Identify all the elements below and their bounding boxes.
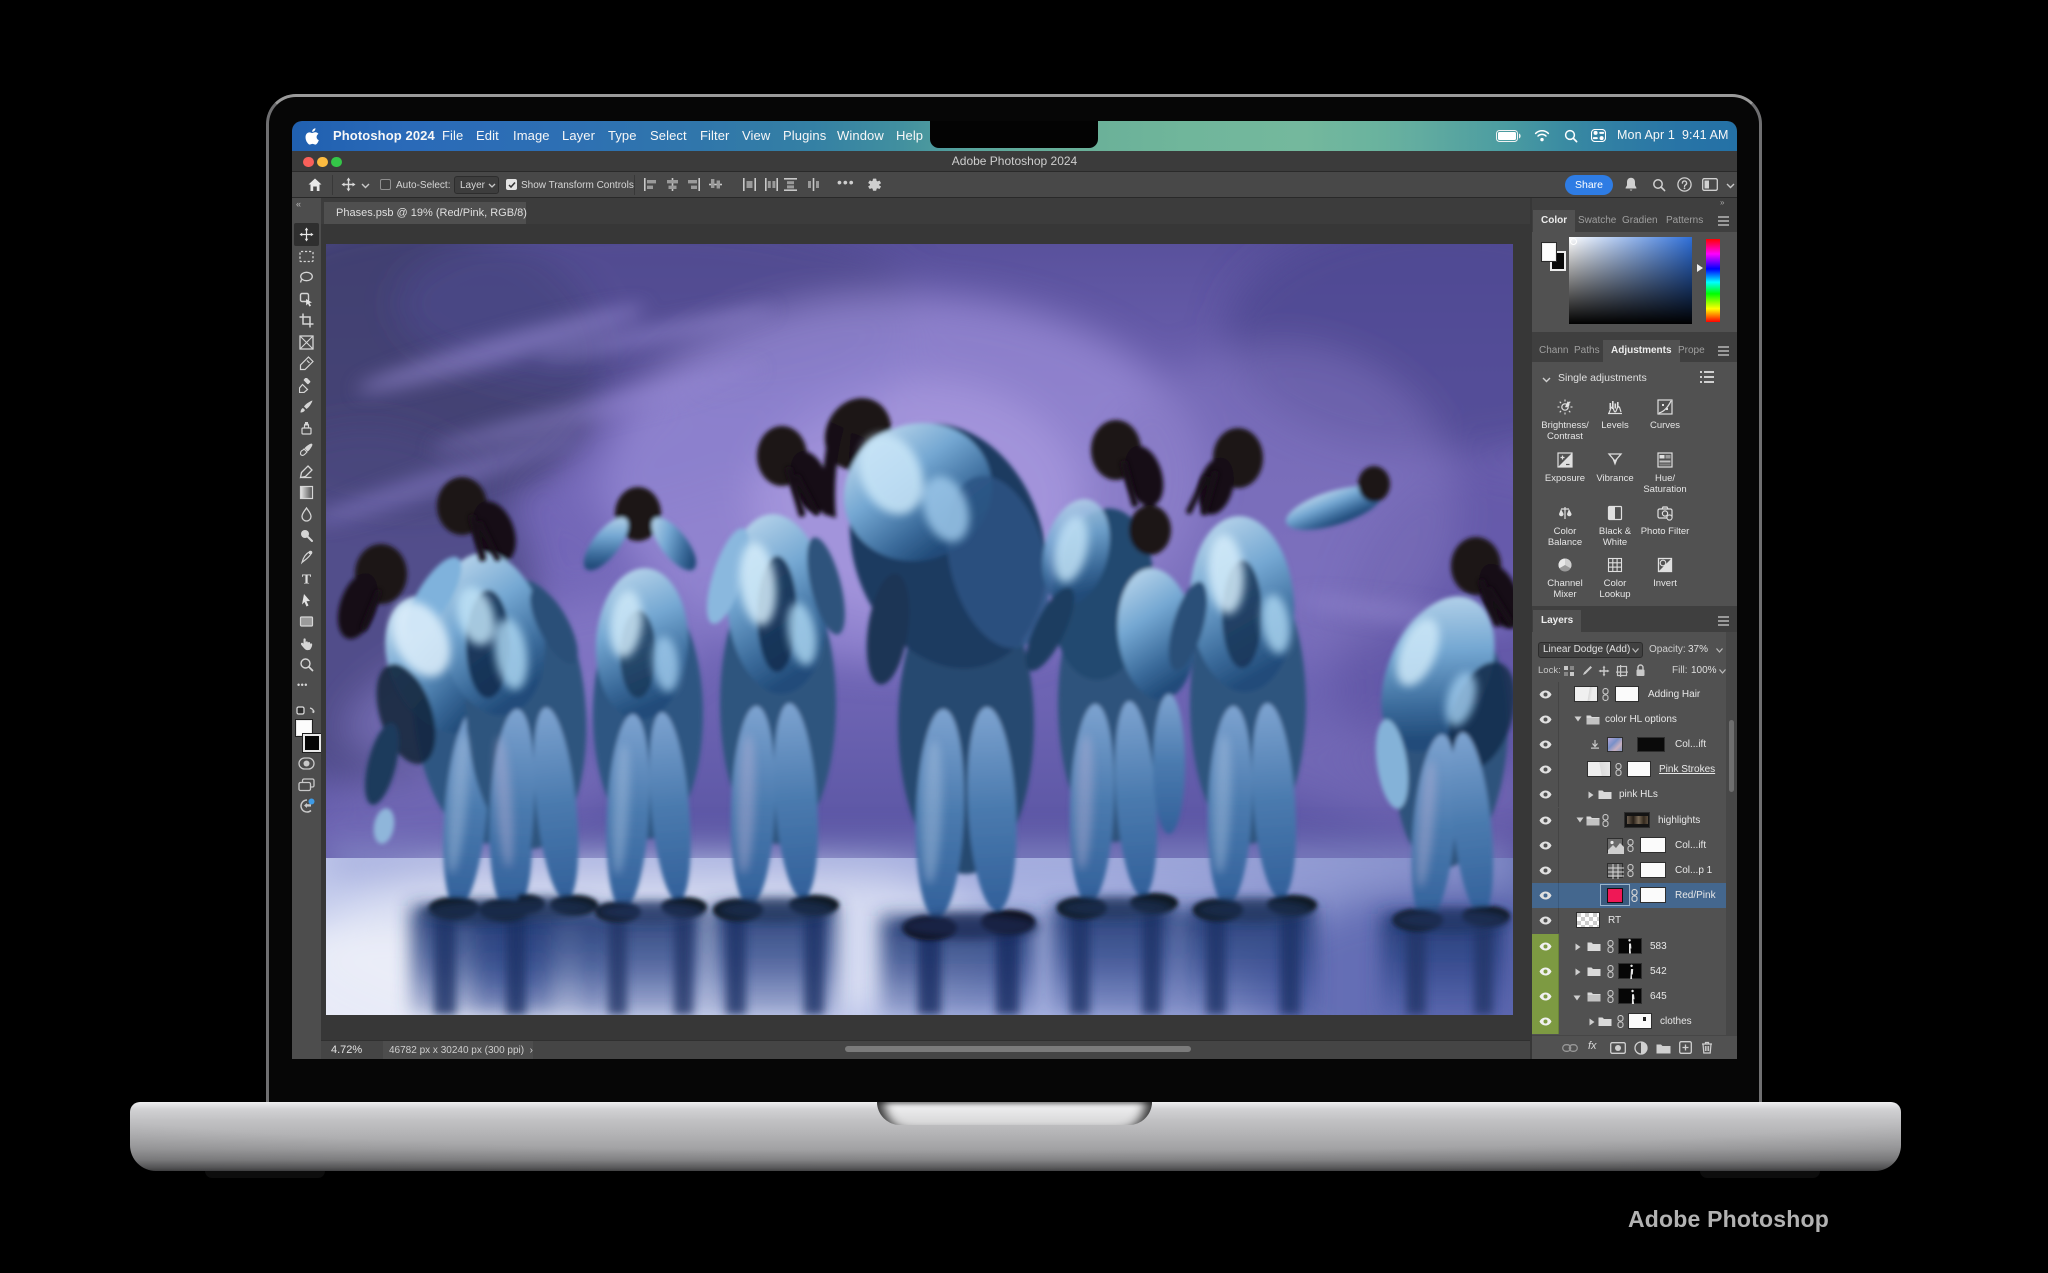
svg-text:T: T xyxy=(302,573,312,587)
